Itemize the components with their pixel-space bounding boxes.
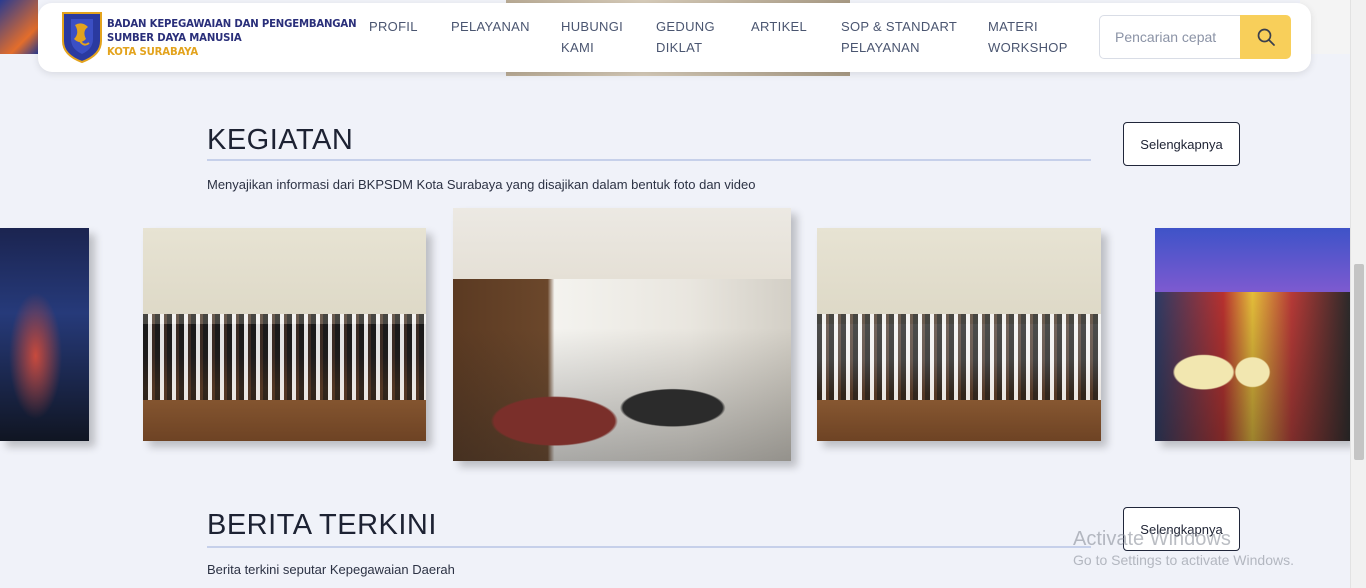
title-divider	[207, 546, 1091, 548]
brand-city-line: KOTA SURABAYA	[107, 45, 198, 58]
photo-content	[817, 314, 1101, 400]
nav-item-hubungi-kami[interactable]: HUBUNGI KAMI	[561, 16, 631, 58]
nav-item-profil[interactable]: PROFIL	[369, 16, 418, 37]
photo-content	[1155, 288, 1350, 441]
scrollbar-thumb[interactable]	[1354, 264, 1364, 460]
nav-item-label: SOP & STANDART	[841, 19, 958, 34]
nav-item-pelayanan[interactable]: PELAYANAN	[451, 16, 530, 37]
brand-logo[interactable]: BADAN KEPEGAWAIAN DAN PENGEMBANGAN SUMBE…	[60, 11, 357, 65]
kegiatan-photo[interactable]	[453, 208, 791, 461]
nav-item-sop-standart-pelayanan[interactable]: SOP & STANDART PELAYANAN	[841, 16, 961, 58]
nav-item-label: DIKLAT	[656, 40, 703, 55]
page-scrollbar[interactable]	[1350, 0, 1366, 588]
kegiatan-more-button[interactable]: Selengkapnya	[1123, 122, 1240, 166]
previous-section-image	[0, 0, 38, 54]
nav-item-label: PROFIL	[369, 19, 418, 34]
watermark-subtitle: Go to Settings to activate Windows.	[1073, 552, 1294, 568]
title-divider	[207, 159, 1091, 161]
windows-activation-watermark: Activate Windows Go to Settings to activ…	[1073, 528, 1294, 568]
kegiatan-photo[interactable]	[143, 228, 426, 441]
nav-item-label: PELAYANAN	[841, 40, 920, 55]
search-button[interactable]	[1240, 15, 1291, 59]
nav-item-materi-workshop[interactable]: MATERI WORKSHOP	[988, 16, 1078, 58]
top-navbar: BADAN KEPEGAWAIAN DAN PENGEMBANGAN SUMBE…	[38, 3, 1311, 72]
search-icon	[1257, 28, 1275, 46]
kegiatan-subtitle: Menyajikan informasi dari BKPSDM Kota Su…	[207, 177, 756, 192]
surabaya-crest-icon	[62, 12, 102, 63]
brand-name-line: SUMBER DAYA MANUSIA	[107, 31, 242, 44]
nav-item-label: PELAYANAN	[451, 19, 530, 34]
photo-content	[453, 328, 791, 461]
nav-item-gedung-diklat[interactable]: GEDUNG DIKLAT	[656, 16, 726, 58]
nav-item-label: MATERI	[988, 19, 1038, 34]
watermark-title: Activate Windows	[1073, 528, 1231, 550]
kegiatan-photo[interactable]	[817, 228, 1101, 441]
kegiatan-title: KEGIATAN	[207, 124, 354, 156]
nav-item-label: WORKSHOP	[988, 40, 1068, 55]
nav-item-artikel[interactable]: ARTIKEL	[751, 16, 807, 37]
nav-item-label: HUBUNGI	[561, 19, 624, 34]
nav-item-label: KAMI	[561, 40, 594, 55]
berita-subtitle: Berita terkini seputar Kepegawaian Daera…	[207, 562, 455, 577]
photo-content	[143, 314, 426, 400]
kegiatan-photo[interactable]	[0, 228, 89, 441]
nav-item-label: GEDUNG	[656, 19, 715, 34]
search-input[interactable]	[1099, 15, 1241, 59]
berita-title: BERITA TERKINI	[207, 509, 437, 541]
nav-item-label: ARTIKEL	[751, 19, 808, 34]
kegiatan-photo[interactable]	[1155, 228, 1350, 441]
brand-name-line: BADAN KEPEGAWAIAN DAN PENGEMBANGAN	[107, 17, 357, 30]
